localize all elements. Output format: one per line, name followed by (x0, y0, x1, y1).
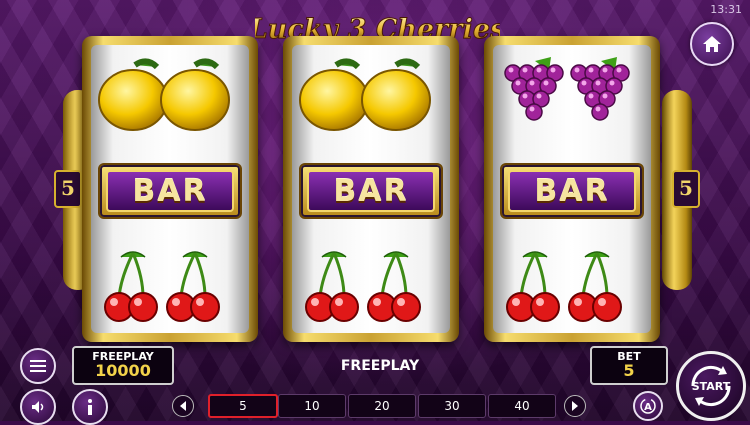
reel-1: BAR (82, 36, 258, 342)
bet-value: 5 (623, 361, 635, 380)
bar-symbol: BAR (500, 163, 644, 219)
freeplay-value: 10000 (95, 361, 151, 380)
bet-option[interactable]: 40 (488, 394, 556, 418)
grapes-symbol (493, 47, 651, 143)
cherry-symbol (493, 239, 651, 333)
menu-button[interactable] (20, 348, 56, 384)
speaker-icon (32, 401, 44, 413)
autoplay-icon: A (640, 398, 656, 414)
bar-label: BAR (307, 170, 435, 212)
bet-display: BET 5 (590, 346, 668, 385)
bet-option[interactable]: 10 (278, 394, 346, 418)
bet-next-button[interactable] (564, 395, 586, 417)
payline-left-marker: 5 (54, 170, 82, 208)
menu-icon (30, 360, 46, 372)
bar-symbol: BAR (493, 143, 651, 239)
bar-label: BAR (508, 170, 636, 212)
reel-2: BAR (283, 36, 459, 342)
info-icon (88, 399, 92, 415)
start-label: START (691, 379, 731, 393)
payline-right-marker: 5 (672, 170, 700, 208)
cherry-symbol (91, 239, 249, 333)
bet-prev-button[interactable] (172, 395, 194, 417)
info-button[interactable] (72, 389, 108, 425)
home-button[interactable] (690, 22, 734, 66)
sound-button[interactable] (20, 389, 56, 425)
status-message: FREEPLAY (340, 358, 420, 374)
home-icon (703, 36, 721, 52)
bet-selector: 5 10 20 30 40 (172, 394, 592, 418)
chevron-right-icon (572, 401, 578, 411)
clock: 13:31 (710, 3, 742, 16)
bet-option[interactable]: 30 (418, 394, 486, 418)
bar-label: BAR (106, 170, 234, 212)
bet-option[interactable]: 20 (348, 394, 416, 418)
reel-window: BAR (493, 45, 651, 333)
reel-window: BAR (292, 45, 450, 333)
lemon-symbol (292, 47, 450, 143)
svg-text:A: A (644, 402, 652, 413)
cherry-symbol (292, 239, 450, 333)
bar-symbol: BAR (292, 143, 450, 239)
freeplay-balance: FREEPLAY 10000 (72, 346, 174, 385)
reel-3: BAR (484, 36, 660, 342)
reel-window: BAR (91, 45, 249, 333)
bar-symbol: BAR (299, 163, 443, 219)
bar-symbol: BAR (91, 143, 249, 239)
start-button[interactable]: START (676, 351, 746, 421)
bar-symbol: BAR (98, 163, 242, 219)
chevron-left-icon (180, 401, 186, 411)
bet-option[interactable]: 5 (208, 394, 278, 418)
lemon-symbol (91, 47, 249, 143)
autoplay-button[interactable]: A (633, 391, 663, 421)
